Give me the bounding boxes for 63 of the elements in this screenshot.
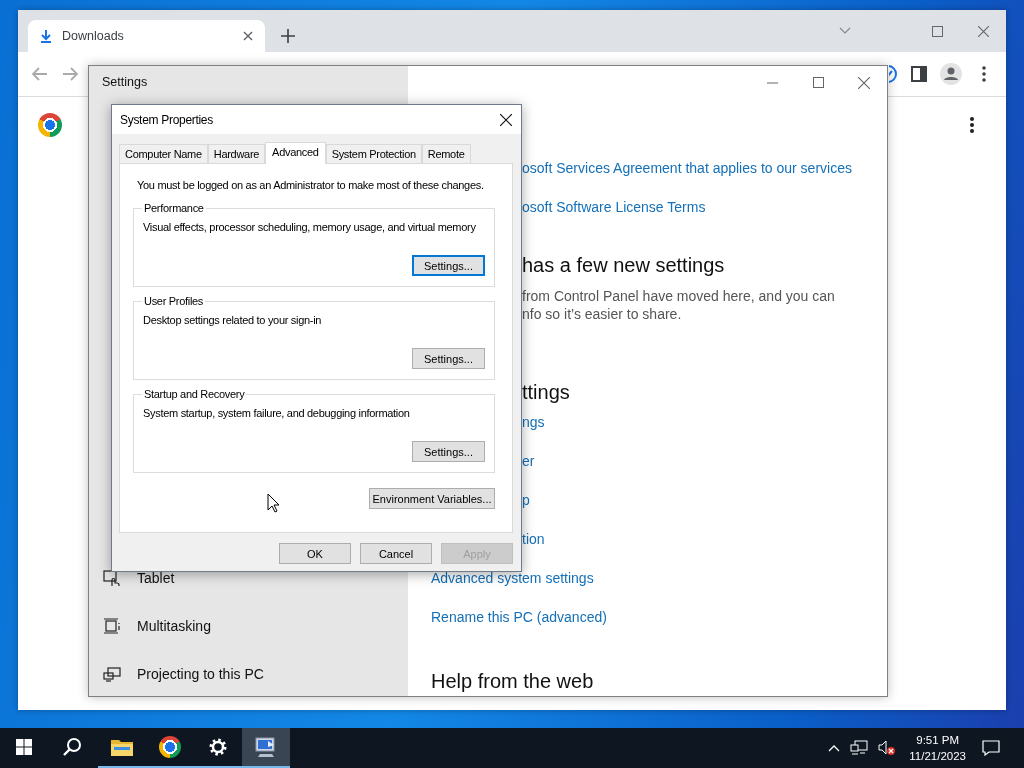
settings-link[interactable]: Rename this PC (advanced) — [431, 608, 607, 625]
notice-text: You must be logged on as an Administrator to make most of these changes. — [136, 178, 485, 193]
section-heading: Help from the web — [431, 670, 594, 692]
group-description: System startup, system failure, and debugging information — [143, 406, 411, 421]
settings-button[interactable]: Settings... — [412, 255, 485, 276]
new-tab-icon[interactable] — [281, 29, 295, 43]
multitasking-icon — [103, 617, 121, 635]
dialog-button[interactable]: Cancel — [360, 543, 432, 564]
dialog-title: System Properties — [120, 112, 213, 127]
browser-logo-icon — [159, 736, 181, 758]
search-icon — [62, 737, 82, 757]
gear-icon — [208, 737, 228, 757]
group-description: Visual effects, processor scheduling, memory usage, and virtual memory — [143, 220, 477, 235]
dialog-tab[interactable]: Hardware — [207, 144, 266, 163]
folder-icon — [111, 738, 133, 756]
window-title: Settings — [101, 74, 149, 91]
settings-button[interactable]: Settings... — [412, 441, 485, 462]
browser-logo-icon — [38, 113, 62, 137]
maximize-icon[interactable] — [931, 25, 943, 37]
dialog-tab[interactable]: Remote — [421, 144, 471, 163]
settings-link[interactable]: osoft Services Agreement that applies to our services — [522, 159, 852, 176]
group-title: Startup and Recovery — [143, 387, 246, 401]
sidebar-item[interactable]: Multitasking — [89, 602, 408, 650]
maximize-icon[interactable] — [812, 77, 824, 88]
clock-time: 9:51 PM — [916, 733, 960, 748]
muted-speaker-icon[interactable] — [878, 740, 897, 756]
settings-link[interactable]: er — [522, 452, 535, 469]
clock-date: 11/21/2023 — [909, 749, 966, 764]
close-icon[interactable] — [243, 31, 253, 41]
side-panel-icon[interactable] — [909, 64, 929, 84]
dialog-tab[interactable]: Computer Name — [119, 144, 208, 163]
notifications-icon[interactable] — [982, 740, 1000, 756]
windows-icon — [16, 739, 32, 755]
sidebar-item[interactable]: Projecting to this PC — [89, 650, 408, 696]
more-menu-icon[interactable] — [969, 116, 975, 134]
section-heading: has a few new settings — [522, 254, 725, 276]
settings-link[interactable]: ngs — [522, 413, 545, 430]
chevron-up-icon[interactable] — [828, 744, 841, 752]
settings-link[interactable]: tion — [522, 530, 545, 547]
computer-icon — [254, 736, 278, 758]
download-icon — [40, 29, 52, 43]
browser-tab[interactable]: Downloads — [28, 20, 265, 52]
taskbar-app-button[interactable] — [242, 728, 290, 768]
settings-link[interactable]: p — [522, 491, 530, 508]
environment-variables-button[interactable]: Environment Variables... — [369, 488, 495, 509]
group-description: Desktop settings related to your sign-in — [143, 313, 323, 328]
section-text: from Control Panel have moved here, and you can nfo so it’s easier to share. — [521, 287, 836, 323]
settings-link[interactable]: Advanced system settings — [431, 569, 594, 586]
tablet-icon — [103, 569, 121, 587]
close-icon[interactable] — [500, 113, 512, 126]
projector-icon — [103, 665, 121, 683]
settings-button[interactable]: Settings... — [412, 348, 485, 369]
dialog-button[interactable]: OK — [279, 543, 351, 564]
profile-icon[interactable] — [940, 63, 962, 85]
dialog-tab[interactable]: System Protection — [325, 144, 422, 163]
chevron-down-icon[interactable] — [839, 27, 851, 35]
section-heading: ttings — [522, 381, 570, 403]
group-title: Performance — [143, 201, 205, 215]
settings-link[interactable]: osoft Software License Terms — [522, 198, 706, 215]
group-title: User Profiles — [143, 294, 205, 308]
network-icon[interactable] — [850, 740, 869, 756]
mouse-cursor-icon — [267, 493, 280, 513]
dialog-tab[interactable]: Advanced — [265, 142, 326, 164]
